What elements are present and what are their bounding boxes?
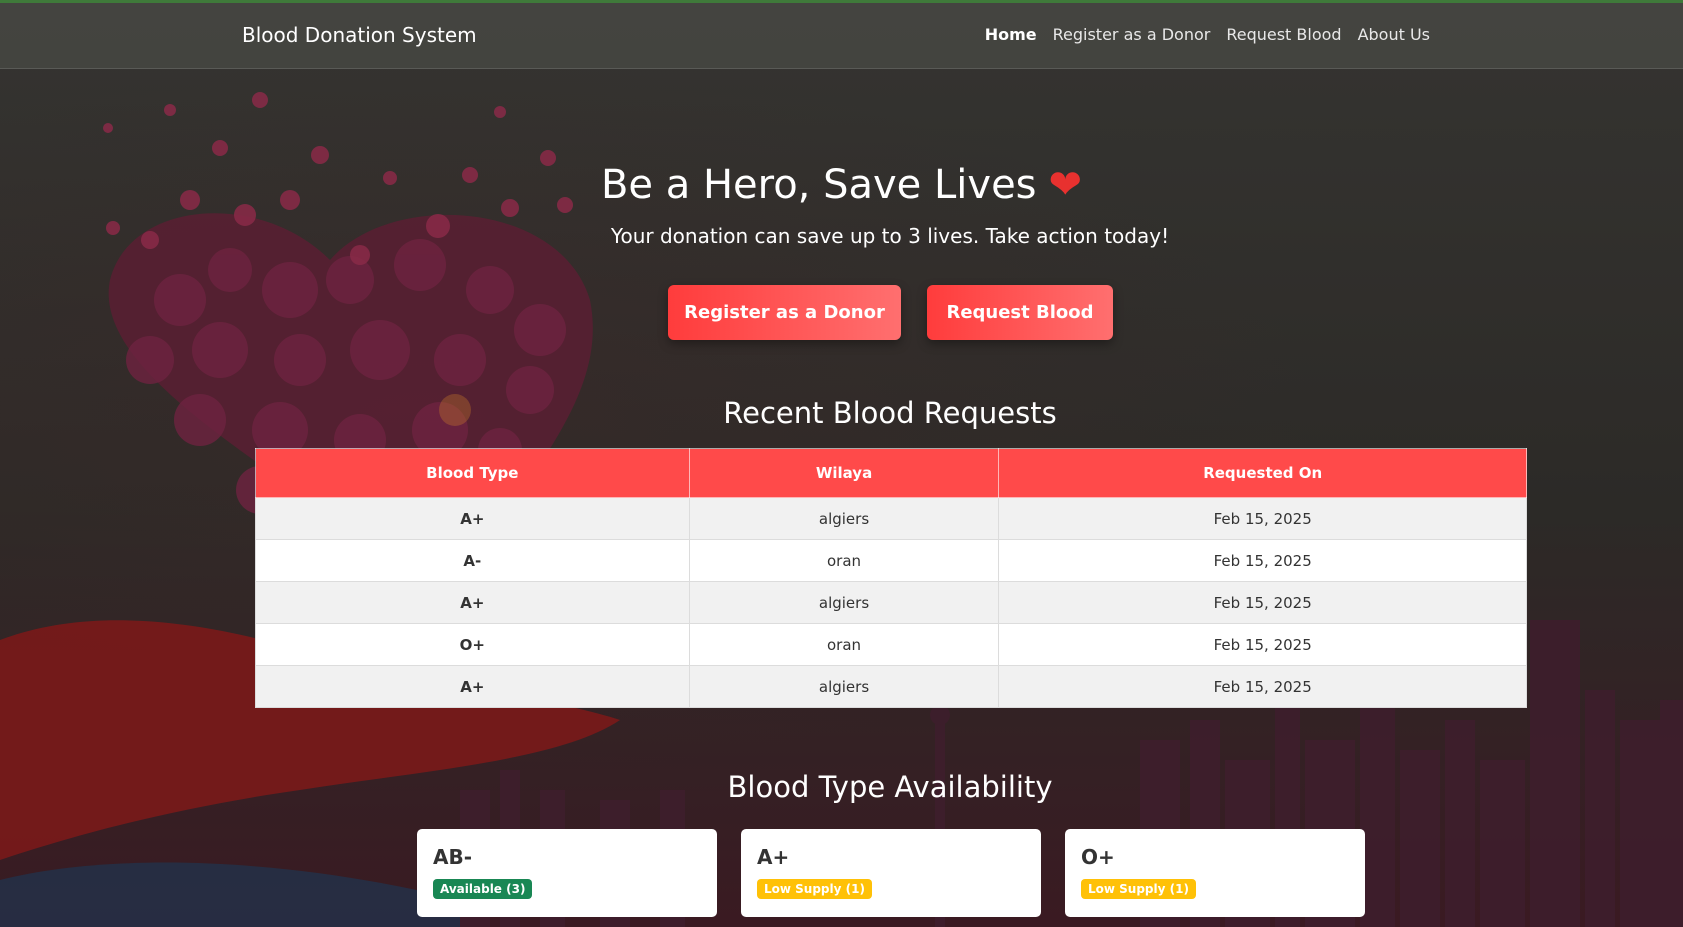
column-header-requested-on: Requested On [998, 448, 1527, 498]
hero-title: Be a Hero, Save Lives ❤ [0, 162, 1683, 208]
nav-links: Home Register as a Donor Request Blood A… [985, 25, 1430, 44]
card-blood-type: O+ [1081, 845, 1115, 869]
status-badge: Low Supply (1) [1081, 879, 1196, 899]
cell-requested-on: Feb 15, 2025 [998, 539, 1527, 582]
availability-card-ab-neg: AB- Available (3) [417, 829, 717, 917]
cell-requested-on: Feb 15, 2025 [998, 581, 1527, 624]
register-donor-button[interactable]: Register as a Donor [668, 285, 901, 340]
status-badge: Low Supply (1) [757, 879, 872, 899]
cell-wilaya: oran [688, 623, 1000, 666]
column-header-blood-type: Blood Type [255, 448, 690, 498]
brand-title[interactable]: Blood Donation System [242, 23, 477, 47]
hero-title-text: Be a Hero, Save Lives [600, 162, 1037, 208]
availability-title: Blood Type Availability [727, 770, 1053, 804]
nav-link-about-us[interactable]: About Us [1358, 25, 1430, 44]
table-row: O+ oran Feb 15, 2025 [255, 623, 1527, 666]
cell-requested-on: Feb 15, 2025 [998, 497, 1527, 540]
availability-card-o-pos: O+ Low Supply (1) [1065, 829, 1365, 917]
cell-wilaya: algiers [688, 497, 1000, 540]
cell-requested-on: Feb 15, 2025 [998, 623, 1527, 666]
cell-wilaya: oran [688, 539, 1000, 582]
cell-blood-type: A+ [255, 581, 690, 624]
cell-blood-type: A+ [255, 497, 690, 540]
column-header-wilaya: Wilaya [688, 448, 1000, 498]
request-blood-button[interactable]: Request Blood [927, 285, 1113, 340]
table-row: A+ algiers Feb 15, 2025 [255, 665, 1527, 708]
hero-subtitle: Your donation can save up to 3 lives. Ta… [610, 224, 1170, 248]
recent-requests-title: Recent Blood Requests [723, 396, 1057, 430]
cell-requested-on: Feb 15, 2025 [998, 665, 1527, 708]
cell-wilaya: algiers [688, 581, 1000, 624]
table-header-row: Blood Type Wilaya Requested On [255, 448, 1527, 498]
cell-blood-type: A+ [255, 665, 690, 708]
nav-link-request-blood[interactable]: Request Blood [1226, 25, 1341, 44]
heart-icon: ❤ [1048, 162, 1083, 208]
table-row: A+ algiers Feb 15, 2025 [255, 581, 1527, 624]
cell-blood-type: A- [255, 539, 690, 582]
recent-requests-table: Blood Type Wilaya Requested On A+ algier… [255, 448, 1527, 708]
navbar: Blood Donation System Home Register as a… [0, 3, 1683, 69]
cell-blood-type: O+ [255, 623, 690, 666]
nav-link-register-donor[interactable]: Register as a Donor [1053, 25, 1211, 44]
availability-card-a-pos: A+ Low Supply (1) [741, 829, 1041, 917]
table-row: A- oran Feb 15, 2025 [255, 539, 1527, 582]
card-blood-type: AB- [433, 845, 473, 869]
card-blood-type: A+ [757, 845, 790, 869]
nav-link-home[interactable]: Home [985, 25, 1037, 44]
table-row: A+ algiers Feb 15, 2025 [255, 497, 1527, 540]
status-badge: Available (3) [433, 879, 533, 899]
cell-wilaya: algiers [688, 665, 1000, 708]
